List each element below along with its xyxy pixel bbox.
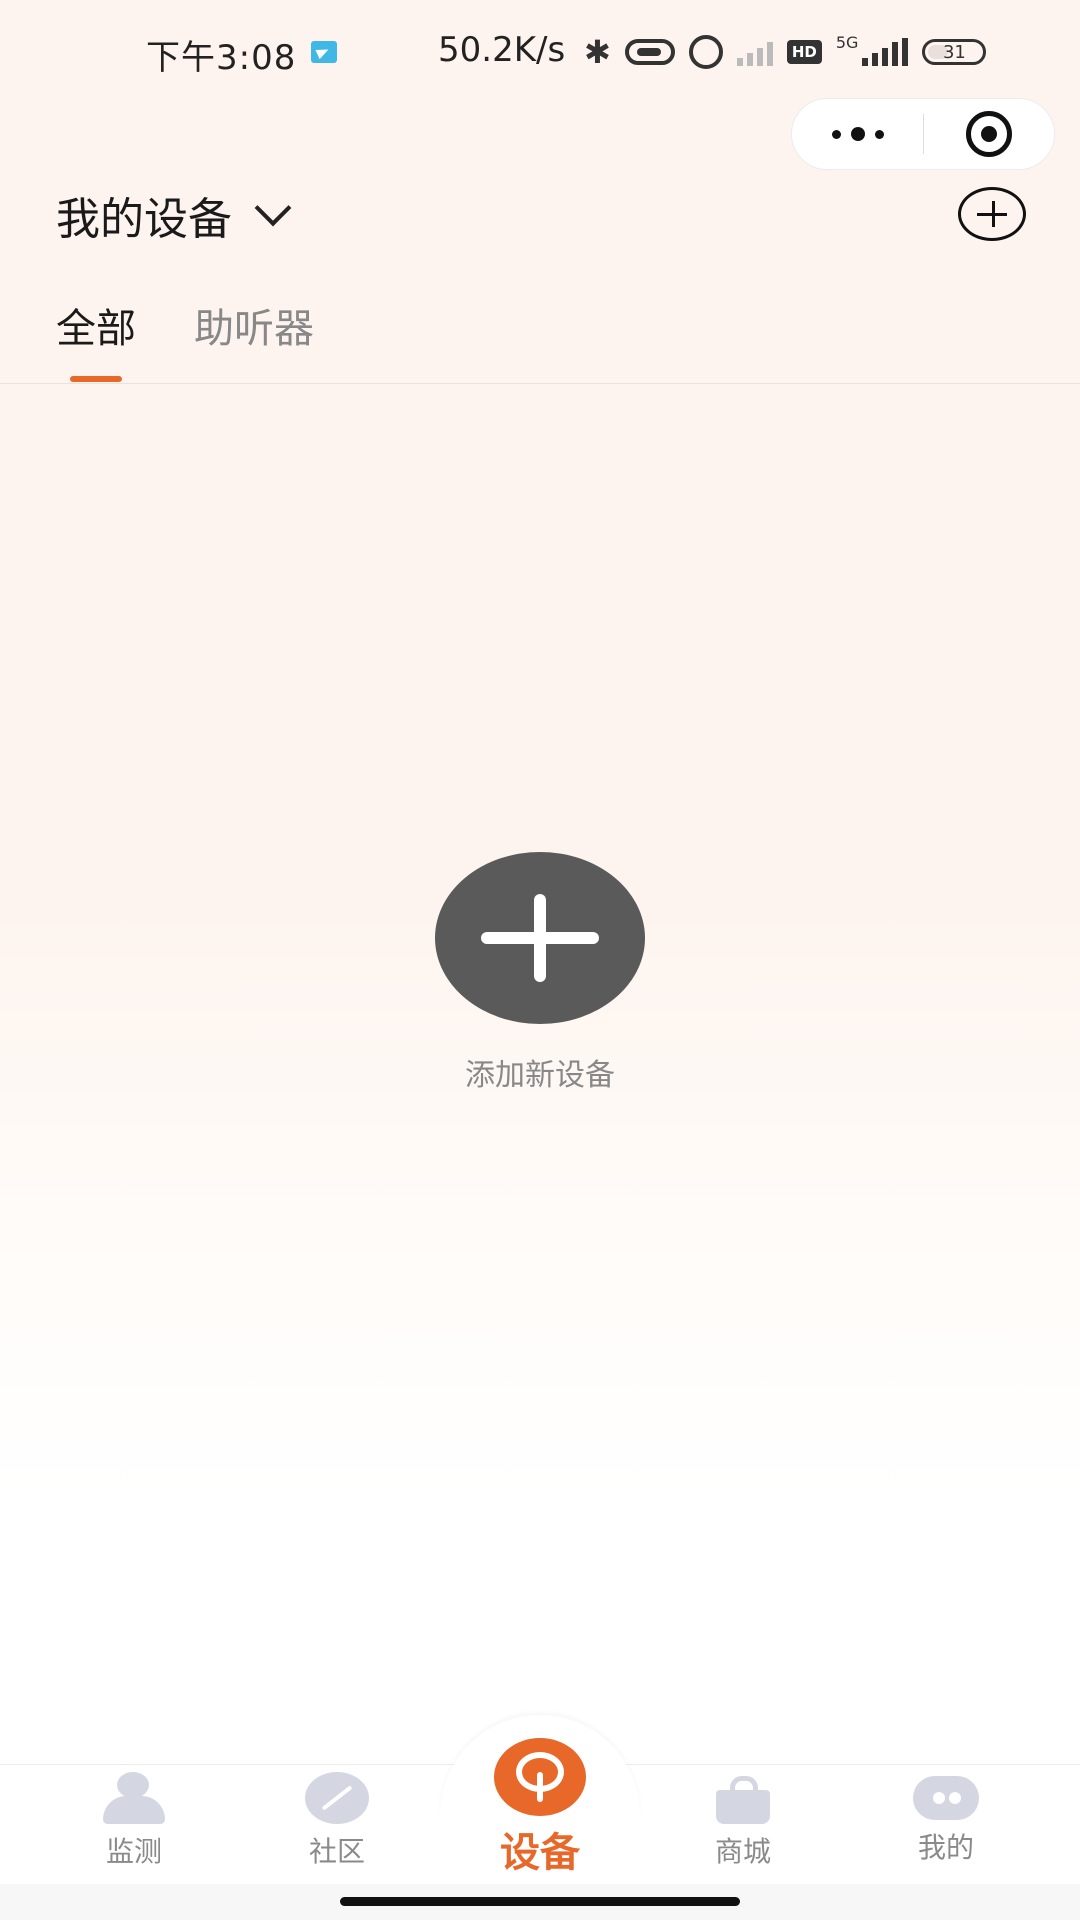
nav-label: 社区 [308, 1835, 365, 1868]
capsule-menu [791, 98, 1055, 170]
chat-profile-icon [913, 1776, 979, 1820]
nav-label: 商城 [714, 1835, 771, 1868]
status-icons: ✱ HD 5G 31 [584, 32, 987, 72]
nav-item-mall[interactable]: 商城 [673, 1772, 813, 1870]
nav-label: 监测 [105, 1835, 162, 1868]
tab-divider [0, 383, 1080, 384]
add-device-button[interactable] [435, 852, 645, 1024]
shopping-bag-icon [710, 1772, 776, 1824]
add-circle-icon[interactable] [958, 187, 1026, 241]
nav-item-monitor[interactable]: 监测 [64, 1772, 204, 1870]
alarm-icon [688, 35, 723, 69]
nav-item-device-label[interactable]: 设备 [440, 1820, 640, 1878]
battery-icon: 31 [922, 39, 987, 65]
app-notification-icon [311, 41, 337, 63]
nav-label: 我的 [917, 1831, 974, 1864]
signal-sim2-icon [736, 38, 773, 66]
nav-item-mine[interactable]: 我的 [876, 1772, 1016, 1866]
signal-5g-icon [862, 38, 909, 66]
close-target-icon[interactable] [924, 98, 1054, 170]
device-tabs: 全部 助听器 [56, 296, 314, 382]
tab-hearing-aid[interactable]: 助听器 [194, 296, 314, 354]
status-bar: 下午3:08 50.2K/s ✱ HD 5G 31 [0, 0, 1080, 100]
person-icon [101, 1772, 167, 1824]
more-dots-icon[interactable] [792, 98, 923, 170]
nav-item-community[interactable]: 社区 [267, 1772, 407, 1870]
add-device-label[interactable]: 添加新设备 [0, 1050, 1080, 1094]
home-indicator[interactable] [340, 1897, 740, 1906]
chevron-down-icon [254, 189, 292, 227]
device-icon[interactable] [494, 1738, 586, 1816]
device-selector[interactable]: 我的设备 [56, 185, 292, 245]
hd-icon: HD [786, 40, 822, 64]
vibrate-icon [624, 39, 675, 65]
page-title: 我的设备 [56, 194, 232, 245]
bluetooth-icon: ✱ [584, 33, 611, 71]
tab-all[interactable]: 全部 [56, 296, 136, 382]
community-icon [305, 1772, 369, 1824]
battery-level: 31 [942, 41, 966, 63]
status-time: 下午3:08 [146, 38, 297, 78]
network-type-label: 5G [835, 32, 859, 52]
status-net-speed: 50.2K/s [438, 30, 566, 70]
